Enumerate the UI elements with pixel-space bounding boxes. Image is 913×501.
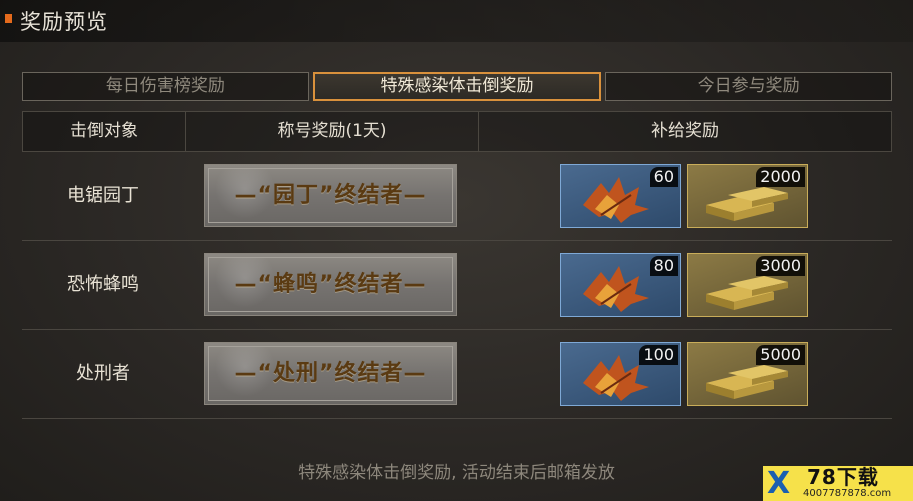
- tab-bar: 每日伤害榜奖励 特殊感染体击倒奖励 今日参与奖励: [22, 72, 893, 101]
- target-name: 处刑者: [76, 363, 130, 384]
- watermark-sub: 4007787878.com: [803, 488, 892, 499]
- header-target: 击倒对象: [23, 112, 186, 151]
- gold-bar-item[interactable]: 2000: [687, 164, 808, 228]
- tab-special-kill[interactable]: 特殊感染体击倒奖励: [312, 72, 602, 101]
- table-row: 电锯园丁 —“园丁”终结者— 60 2000: [22, 152, 892, 241]
- header-title-reward: 称号奖励(1天): [186, 112, 479, 151]
- gold-count: 2000: [756, 167, 805, 187]
- title-badge[interactable]: —“园丁”终结者—: [204, 164, 457, 227]
- title-badge[interactable]: —“处刑”终结者—: [204, 342, 457, 405]
- title-badge[interactable]: —“蜂鸣”终结者—: [204, 253, 457, 316]
- table-row: 处刑者 —“处刑”终结者— 100 5000: [22, 330, 892, 419]
- leaf-count: 60: [649, 167, 678, 187]
- leaf-count: 80: [649, 256, 678, 276]
- reward-table: 击倒对象 称号奖励(1天) 补给奖励 电锯园丁 —“园丁”终结者— 60 200…: [22, 111, 892, 419]
- watermark-x-icon: X: [767, 466, 791, 501]
- tab-daily-damage[interactable]: 每日伤害榜奖励: [22, 72, 309, 101]
- watermark-logo: X 78下载 4007787878.com: [763, 466, 913, 501]
- leaf-item[interactable]: 60: [560, 164, 681, 228]
- title-bar: 奖励预览: [0, 0, 913, 42]
- leaf-item[interactable]: 100: [560, 342, 681, 406]
- header-supply-reward: 补给奖励: [651, 121, 719, 141]
- gold-count: 3000: [756, 256, 805, 276]
- gold-bar-item[interactable]: 3000: [687, 253, 808, 317]
- gold-bar-item[interactable]: 5000: [687, 342, 808, 406]
- target-name: 恐怖蜂鸣: [67, 274, 139, 295]
- title-badge-text: —“园丁”终结者—: [234, 183, 427, 208]
- title-marker: [5, 14, 12, 23]
- title-badge-text: —“蜂鸣”终结者—: [234, 272, 427, 297]
- watermark-brand: 78下载: [807, 465, 879, 489]
- leaf-count: 100: [639, 345, 678, 365]
- gold-count: 5000: [756, 345, 805, 365]
- title-badge-text: —“处刑”终结者—: [234, 361, 427, 386]
- table-row: 恐怖蜂鸣 —“蜂鸣”终结者— 80 3000: [22, 241, 892, 330]
- target-name: 电锯园丁: [67, 185, 139, 206]
- table-header: 击倒对象 称号奖励(1天) 补给奖励: [22, 111, 892, 152]
- leaf-item[interactable]: 80: [560, 253, 681, 317]
- page-title: 奖励预览: [20, 10, 108, 34]
- tab-today-participation[interactable]: 今日参与奖励: [605, 72, 893, 101]
